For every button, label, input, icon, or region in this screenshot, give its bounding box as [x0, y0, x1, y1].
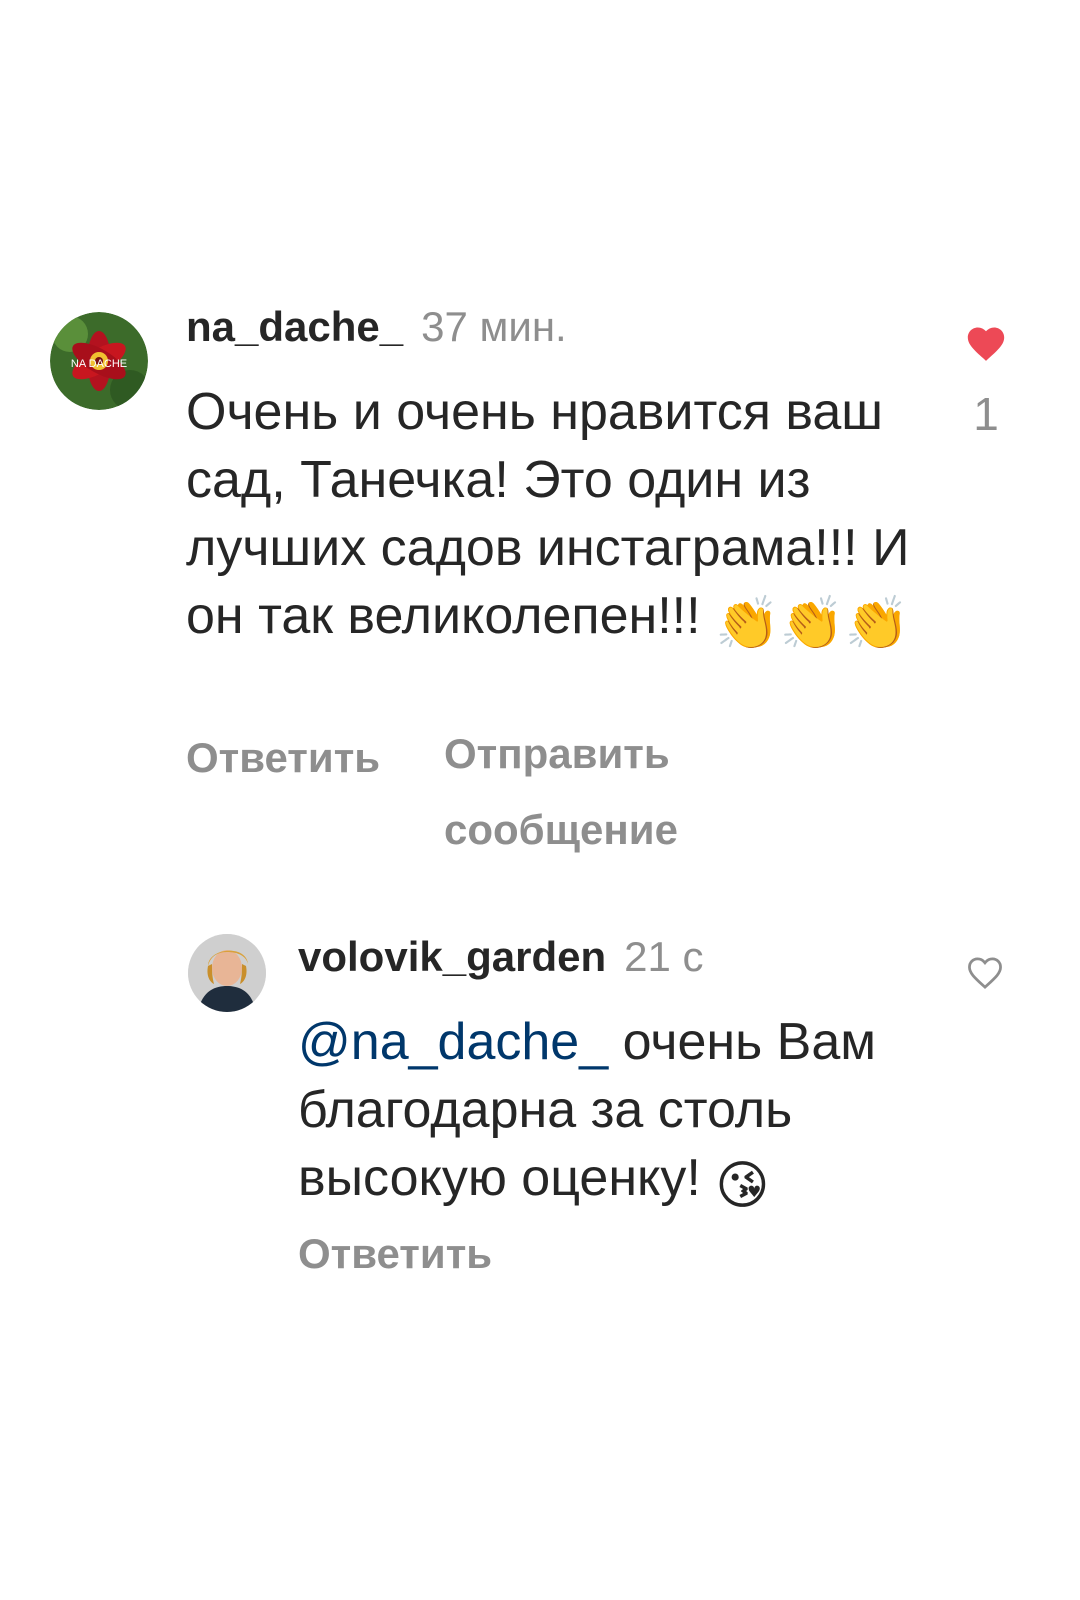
timestamp: 21 с [624, 933, 704, 980]
clapping-hands-icon: 👏 [779, 595, 845, 653]
mention-link[interactable]: @na_dache_ [298, 1013, 608, 1071]
comment-actions: Ответить [298, 1230, 492, 1278]
flower-avatar-image: NA DACHE [50, 312, 148, 410]
comment-text: @na_dache_ очень Вам благодарна за столь… [298, 1008, 948, 1220]
comment-meta: volovik_garden 21 с [298, 936, 948, 978]
reply-button[interactable]: Ответить [298, 1230, 492, 1277]
like-count[interactable]: 1 [958, 387, 1014, 441]
clapping-hands-icon: 👏 [715, 595, 780, 653]
send-message-button[interactable]: Отправить сообщение [444, 716, 764, 868]
clapping-hands-icon: 👏 [844, 595, 910, 653]
avatar-watermark: NA DACHE [71, 358, 127, 370]
username[interactable]: na_dache_ [186, 303, 403, 350]
comment-meta: na_dache_ 37 мин. [186, 306, 946, 348]
like-block: 1 [958, 322, 1014, 441]
comment-text: Очень и очень нравится ваш сад, Танечка!… [186, 378, 946, 658]
comment-content: volovik_garden 21 с @na_dache_ очень Вам … [298, 936, 948, 1220]
username[interactable]: volovik_garden [298, 933, 606, 980]
timestamp: 37 мин. [421, 303, 567, 350]
face-blowing-kiss-icon: 😘 [715, 1157, 770, 1215]
avatar[interactable] [188, 934, 266, 1012]
heart-filled-icon[interactable] [964, 327, 1008, 366]
reply-button[interactable]: Ответить [186, 734, 380, 782]
like-block [960, 952, 1010, 995]
portrait-avatar-image [188, 934, 266, 1012]
avatar[interactable]: NA DACHE [50, 312, 148, 410]
comment-content: na_dache_ 37 мин. Очень и очень нравится … [186, 306, 946, 658]
heart-outline-icon[interactable] [964, 957, 1006, 994]
